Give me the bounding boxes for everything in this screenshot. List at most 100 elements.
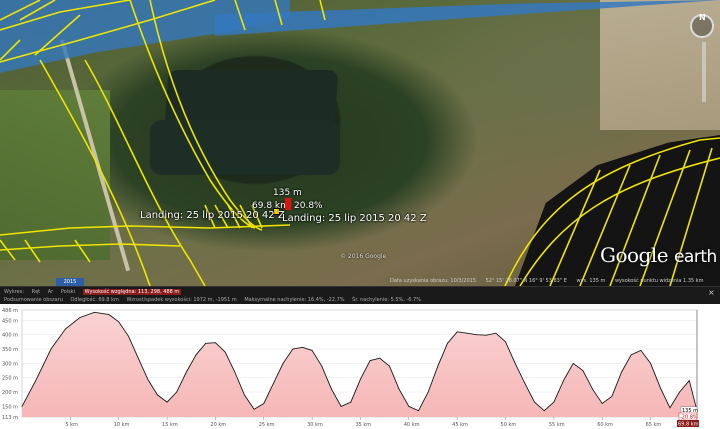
elevation-point (524, 383, 526, 384)
x-tick-label: 20 km (210, 422, 226, 428)
elevation-point (292, 348, 294, 350)
elevation-point (563, 380, 564, 381)
x-tick-label: 60 km (597, 422, 613, 428)
elevation-point (340, 406, 342, 407)
elevation-point (379, 357, 381, 359)
slope-flag-text: -20.8% (680, 415, 698, 421)
range-summary: Podsumowanie obszaru (4, 297, 63, 303)
elevation-point (244, 394, 245, 396)
ground-elevation: wys. 135 m (576, 278, 606, 284)
elevation-point (65, 328, 66, 330)
ar-option[interactable]: Ar (48, 289, 53, 295)
elevation-point (621, 371, 622, 373)
all-option[interactable]: Ręt (32, 289, 41, 295)
y-tick-label: 300 m (2, 361, 18, 367)
elevation-point (166, 401, 168, 403)
elevation-profile-chart[interactable]: 486 m 450 m 400 m 350 m 300 m 250 m 200 m 150 m… (0, 304, 720, 429)
x-tick-label: 40 km (404, 422, 420, 428)
elevation-point (21, 406, 23, 407)
elevation-point (79, 317, 81, 318)
elevation-point (437, 365, 439, 367)
elevation-chart-svg[interactable]: 486 m 450 m 400 m 350 m 300 m 250 m 200 m 150 m… (0, 304, 720, 429)
elevation-point (234, 371, 236, 373)
y-tick-label: 150 m (2, 404, 18, 410)
eye-altitude: wysokość punktu widzenia 1.35 km (614, 278, 704, 284)
flight-track (24, 239, 41, 263)
position-marker[interactable] (285, 198, 291, 210)
elevation-point (630, 354, 632, 356)
historical-imagery-badge[interactable]: 2015 (56, 278, 84, 286)
elevation-point (273, 383, 274, 384)
elevation-point (669, 407, 671, 409)
elevation-point (186, 371, 187, 373)
logo-suffix: earth (673, 247, 717, 267)
max-slope-summary: Maksymalne nachylenie: 16.4%, -22.7% (244, 297, 345, 303)
x-tick-label: 50 km (501, 422, 517, 428)
elevation-point (456, 331, 458, 333)
elevation-point (147, 378, 149, 380)
elevation-point (659, 387, 661, 389)
elevation-point (679, 391, 680, 393)
flight-track (549, 169, 601, 286)
elevation-point (282, 363, 284, 364)
close-profile-button[interactable]: × (708, 288, 715, 297)
elevation-point (408, 406, 410, 407)
elevation-point (157, 394, 158, 396)
flight-track (84, 59, 206, 286)
map-view[interactable]: 135 m 69.8 km 20.8% Landing: 25 lip 2015… (0, 0, 720, 286)
flight-track (34, 14, 81, 56)
elevation-point (205, 342, 207, 344)
distance-label: 135 m (273, 188, 302, 198)
distance-flag-text: 69.8 km (678, 422, 699, 428)
y-tick-label: 486 m (2, 308, 18, 314)
x-tick-label: 5 km (65, 422, 78, 428)
elevation-point (650, 363, 651, 364)
elevation-point (601, 403, 603, 404)
x-tick-label: 10 km (114, 422, 130, 428)
flight-track (0, 0, 216, 63)
elevation-point (447, 342, 448, 344)
elevation-point (195, 354, 197, 356)
elevation-point (94, 311, 95, 313)
gain-summary: Wzrost/spadek wysokości: 1972 m, -1951 m (126, 297, 237, 303)
elevation-point (389, 365, 390, 367)
map-copyright: © 2016 Google (340, 253, 387, 260)
flight-track (0, 224, 291, 236)
compass-icon[interactable]: N (690, 13, 714, 38)
elevation-point (215, 342, 216, 344)
zoom-slider[interactable] (702, 42, 706, 102)
flight-track (149, 0, 263, 231)
elevation-point (582, 370, 584, 371)
flight-track (0, 243, 181, 251)
x-tick-label: 35 km (355, 422, 371, 428)
google-earth-logo: Google earth (600, 243, 717, 267)
elevation-point (688, 380, 690, 381)
path-option[interactable]: Polski (61, 289, 75, 295)
elevation-point (302, 346, 303, 348)
elevation-point (476, 334, 477, 336)
x-tick-label: 65 km (646, 422, 662, 428)
relative-elevation-readout: Wysokość względna: 113, 298, 488 m (82, 289, 182, 295)
elevation-point (350, 401, 352, 403)
elevation-point (253, 408, 255, 410)
slope-percent-label: 20.8% (294, 201, 323, 211)
elevation-point (514, 363, 516, 364)
landing-label: Landing: 25 lip 2015 20 42 Z (282, 213, 427, 224)
x-tick-label: 45 km (452, 422, 468, 428)
elevation-point (505, 341, 506, 343)
google-earth-window: 135 m 69.8 km 20.8% Landing: 25 lip 2015… (0, 0, 720, 429)
y-tick-label: 250 m (2, 376, 18, 382)
logo-main: Google (600, 243, 669, 267)
elevation-point (369, 360, 371, 361)
x-tick-label: 15 km (162, 422, 178, 428)
elevation-point (127, 335, 129, 337)
elevation-point (321, 365, 323, 367)
elevation-point (592, 388, 593, 390)
y-tick-label: 350 m (2, 347, 18, 353)
elevation-point (640, 350, 642, 351)
landing-label: Landing: 25 lip 2015 20 42 Z (140, 210, 285, 221)
elevation-point (263, 403, 265, 404)
elevation-point (427, 391, 429, 393)
elevation-point (398, 388, 400, 390)
x-tick-label: 55 km (549, 422, 565, 428)
